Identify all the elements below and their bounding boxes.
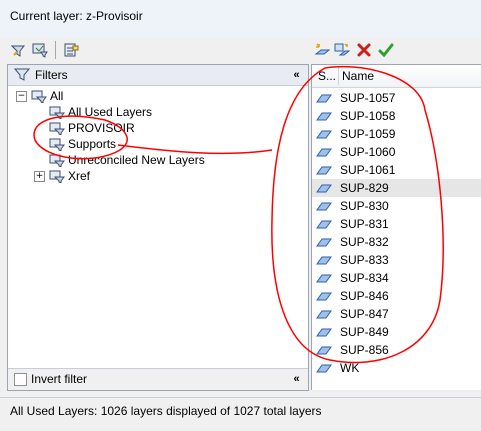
layer-list-header: S... Name: [312, 65, 481, 88]
layer-row[interactable]: SUP-831: [312, 215, 481, 233]
filter-tree: − All All Used Layers PROVISOIR Supports Unre…: [16, 88, 306, 184]
layer-name: SUP-834: [340, 271, 389, 285]
layer-row[interactable]: SUP-834: [312, 269, 481, 287]
invert-filter-label: Invert filter: [31, 372, 88, 386]
layer-row[interactable]: SUP-1061: [312, 161, 481, 179]
layer-name: SUP-846: [340, 289, 389, 303]
all-filter-icon: [31, 89, 47, 104]
collapse-icon[interactable]: −: [16, 90, 27, 102]
layer-name: SUP-1058: [340, 109, 396, 123]
toolbar-separator: [55, 41, 56, 59]
filter-tree-item[interactable]: Supports: [16, 136, 306, 152]
layer-states-manager-icon[interactable]: [62, 41, 80, 59]
new-property-filter-icon[interactable]: [10, 41, 28, 59]
filter-tree-item-label: PROVISOIR: [68, 121, 135, 135]
layer-status-icon[interactable]: [316, 128, 332, 140]
status-column-header[interactable]: S...: [318, 69, 336, 83]
collapse-filters-bottom-button[interactable]: «: [288, 372, 302, 386]
layer-row[interactable]: SUP-846: [312, 287, 481, 305]
invert-filter-bar: Invert filter «: [8, 368, 308, 390]
layer-name: SUP-1061: [340, 163, 396, 177]
collapse-filters-button[interactable]: «: [288, 68, 302, 82]
layer-row[interactable]: SUP-833: [312, 251, 481, 269]
layer-name: SUP-830: [340, 199, 389, 213]
filter-tree-item[interactable]: PROVISOIR: [16, 120, 306, 136]
layer-name: SUP-1059: [340, 127, 396, 141]
set-current-icon[interactable]: [377, 41, 395, 59]
invert-filter-checkbox[interactable]: [14, 373, 27, 386]
layer-status-icon[interactable]: [316, 182, 332, 194]
layer-name: SUP-1060: [340, 145, 396, 159]
filter-funnel-icon: [13, 68, 31, 85]
new-group-filter-icon[interactable]: [31, 41, 49, 59]
filter-tree-item-label: Supports: [68, 137, 117, 151]
layer-row[interactable]: SUP-1058: [312, 107, 481, 125]
layer-name: SUP-833: [340, 253, 389, 267]
layer-name: SUP-847: [340, 307, 389, 321]
filters-header-label: Filters: [35, 68, 68, 82]
toolbar: [0, 38, 481, 64]
layer-status-icon[interactable]: [316, 164, 332, 176]
current-layer-label: Current layer: z-Provisoir: [10, 9, 143, 23]
layer-row[interactable]: SUP-856: [312, 341, 481, 359]
filter-tree-item-label: Xref: [68, 169, 91, 183]
layer-row[interactable]: WK: [312, 359, 481, 377]
layer-row[interactable]: SUP-829: [312, 179, 481, 197]
layer-name: SUP-849: [340, 325, 389, 339]
layer-row[interactable]: SUP-1059: [312, 125, 481, 143]
layer-status-icon[interactable]: [316, 254, 332, 266]
layer-status-icon[interactable]: [316, 290, 332, 302]
layer-status-icon[interactable]: [316, 200, 332, 212]
delete-layer-icon[interactable]: [355, 41, 373, 59]
layer-status-icon[interactable]: [316, 236, 332, 248]
filter-tree-item[interactable]: All Used Layers: [16, 104, 306, 120]
layer-status-icon[interactable]: [316, 272, 332, 284]
status-bar: All Used Layers: 1026 layers displayed o…: [0, 397, 481, 431]
layer-status-icon[interactable]: [316, 218, 332, 230]
filter-tree-item-label: Unreconciled New Layers: [68, 153, 205, 167]
layer-name: SUP-856: [340, 343, 389, 357]
unreconciled-filter-icon: [49, 153, 65, 168]
layer-status-icon[interactable]: [316, 110, 332, 122]
layer-name: SUP-829: [340, 181, 389, 195]
layer-name: WK: [340, 361, 360, 375]
layer-row[interactable]: SUP-830: [312, 197, 481, 215]
layer-status-icon[interactable]: [316, 308, 332, 320]
column-divider[interactable]: [338, 67, 339, 85]
filter-tree-item-label: All Used Layers: [68, 105, 153, 119]
layer-row[interactable]: SUP-1060: [312, 143, 481, 161]
filter-tree-item[interactable]: − All: [16, 88, 306, 104]
layer-list-panel: S... Name SUP-1057 SUP-1058 SUP-1059 SUP-10…: [311, 64, 481, 390]
status-text: All Used Layers: 1026 layers displayed o…: [10, 404, 322, 418]
layer-name: SUP-1057: [340, 91, 396, 105]
filter-tree-item[interactable]: Unreconciled New Layers: [16, 152, 306, 168]
name-column-header[interactable]: Name: [342, 69, 374, 83]
filters-header: Filters «: [8, 65, 308, 86]
group-filter-icon: [49, 137, 65, 152]
filters-panel: Filters « − All All Used Layers PROVISOIR Su…: [7, 64, 309, 391]
filter-tree-item[interactable]: + Xref: [16, 168, 306, 184]
group-filter-icon: [49, 121, 65, 136]
layer-status-icon[interactable]: [316, 362, 332, 374]
used-layers-filter-icon: [49, 105, 65, 120]
expand-icon[interactable]: +: [34, 170, 45, 182]
filter-tree-item-label: All: [50, 89, 64, 103]
layer-row[interactable]: SUP-849: [312, 323, 481, 341]
new-layer-icon[interactable]: [313, 41, 331, 59]
layer-status-icon[interactable]: [316, 344, 332, 356]
title-bar: Current layer: z-Provisoir: [0, 0, 481, 38]
layer-status-icon[interactable]: [316, 92, 332, 104]
layer-name: SUP-832: [340, 235, 389, 249]
layer-status-icon[interactable]: [316, 326, 332, 338]
layer-status-icon[interactable]: [316, 146, 332, 158]
layer-row[interactable]: SUP-1057: [312, 89, 481, 107]
layer-row[interactable]: SUP-847: [312, 305, 481, 323]
xref-filter-icon: [49, 169, 65, 184]
layer-row[interactable]: SUP-832: [312, 233, 481, 251]
layer-name: SUP-831: [340, 217, 389, 231]
new-layer-vp-frozen-icon[interactable]: [333, 41, 351, 59]
